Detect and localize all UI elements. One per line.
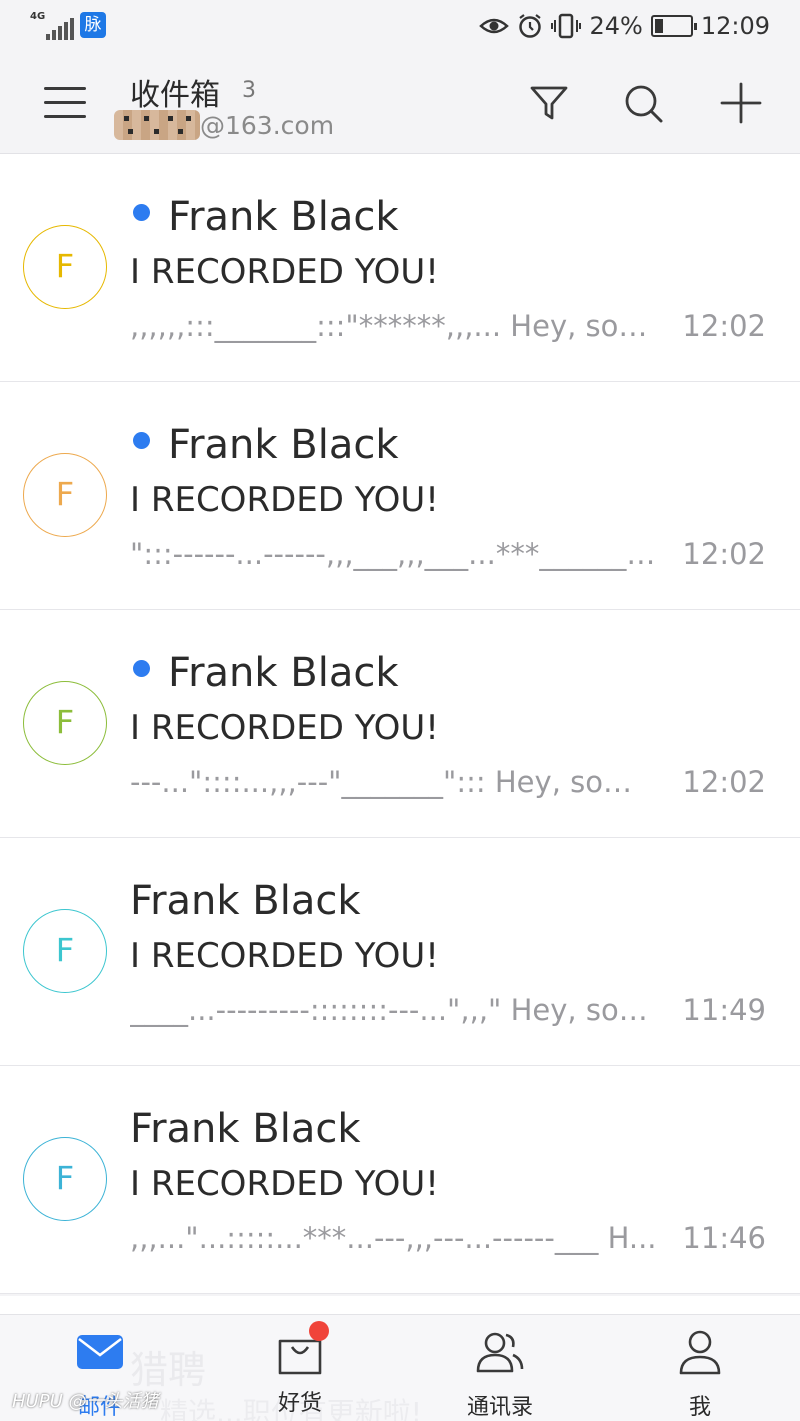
sender-name: Frank Black bbox=[168, 650, 399, 696]
sender-name: Frank Black bbox=[168, 422, 399, 468]
alarm-icon bbox=[519, 14, 542, 38]
sender-name: Frank Black bbox=[130, 878, 361, 924]
nav-label-profile: 我 bbox=[688, 1395, 711, 1420]
status-right: 24% 12:09 bbox=[479, 10, 770, 42]
mail-item[interactable]: F Frank Black I RECORDED YOU! ---...":::… bbox=[0, 610, 800, 838]
mail-list: F Frank Black I RECORDED YOU! ,,,,,,:::_… bbox=[0, 154, 800, 1294]
sender-name: Frank Black bbox=[168, 194, 399, 240]
mail-item[interactable]: F Frank Black I RECORDED YOU! ,,,..."...… bbox=[0, 1066, 800, 1294]
profile-icon bbox=[679, 1330, 721, 1375]
status-bar: 4G 脉 24% 12:09 bbox=[0, 0, 800, 52]
watermark: HUPU @一头活猪 bbox=[12, 1391, 159, 1412]
subject: I RECORDED YOU! bbox=[130, 708, 439, 748]
unread-count: 3 bbox=[242, 78, 256, 103]
plus-icon[interactable] bbox=[720, 82, 762, 124]
avatar: F bbox=[23, 681, 107, 765]
subject: I RECORDED YOU! bbox=[130, 1164, 439, 1204]
contacts-icon bbox=[476, 1332, 524, 1373]
account-domain: @163.com bbox=[200, 111, 335, 140]
unread-dot bbox=[133, 660, 150, 677]
maimai-app-icon: 脉 bbox=[80, 12, 106, 38]
clock: 12:09 bbox=[700, 12, 770, 40]
account-address[interactable]: @163.com bbox=[114, 110, 334, 140]
subject: I RECORDED YOU! bbox=[130, 480, 439, 520]
mail-item[interactable]: F Frank Black I RECORDED YOU! ":::------… bbox=[0, 382, 800, 610]
vibrate-icon bbox=[551, 13, 582, 39]
subject: I RECORDED YOU! bbox=[130, 252, 439, 292]
unread-dot bbox=[133, 204, 150, 221]
sender-name: Frank Black bbox=[130, 1106, 361, 1152]
nav-contacts[interactable]: 通讯录 bbox=[440, 1327, 560, 1420]
subject: I RECORDED YOU! bbox=[130, 936, 439, 976]
timestamp: 12:02 bbox=[682, 537, 766, 571]
avatar: F bbox=[23, 453, 107, 537]
eye-icon bbox=[479, 18, 510, 34]
preview-text: ":::------...------,,,___,,,___...***___… bbox=[130, 537, 658, 571]
timestamp: 11:46 bbox=[682, 1221, 766, 1255]
filter-icon[interactable] bbox=[528, 82, 570, 124]
bottom-nav: 猎聘 精选...职位有更新啦! 邮件 好货 通讯录 我 HUPU @一头活猪 bbox=[0, 1314, 800, 1421]
timestamp: 12:02 bbox=[682, 765, 766, 799]
nav-label-contacts: 通讯录 bbox=[466, 1395, 533, 1420]
menu-icon[interactable] bbox=[44, 84, 86, 120]
timestamp: 12:02 bbox=[682, 309, 766, 343]
avatar: F bbox=[23, 909, 107, 993]
preview-text: ____...---------::::::::---...",,," Hey,… bbox=[130, 993, 658, 1027]
page-title: 收件箱 bbox=[130, 78, 220, 113]
avatar: F bbox=[23, 225, 107, 309]
nav-profile[interactable]: 我 bbox=[640, 1327, 760, 1420]
timestamp: 11:49 bbox=[682, 993, 766, 1027]
notification-badge bbox=[309, 1321, 329, 1341]
app-header: 收件箱 3 @163.com bbox=[0, 52, 800, 154]
preview-text: ---..."::::...,,,---"_______"::: Hey, so… bbox=[130, 765, 658, 799]
network-type: 4G bbox=[30, 11, 46, 22]
mail-item[interactable]: F Frank Black I RECORDED YOU! ,,,,,,:::_… bbox=[0, 154, 800, 382]
unread-dot bbox=[133, 432, 150, 449]
nav-shopping[interactable]: 好货 bbox=[240, 1321, 360, 1417]
account-username-mosaic bbox=[114, 110, 200, 140]
preview-text: ,,,,,,:::_______:::"******,,,... Hey, so… bbox=[130, 309, 658, 343]
battery-percent: 24% bbox=[589, 12, 643, 40]
shopping-bag-icon-wrap bbox=[275, 1321, 329, 1377]
mail-item[interactable]: F Frank Black I RECORDED YOU! ____...---… bbox=[0, 838, 800, 1066]
nav-label-shopping: 好货 bbox=[277, 1391, 322, 1416]
network-indicator: 4G bbox=[30, 12, 74, 40]
avatar: F bbox=[23, 1137, 107, 1221]
search-icon[interactable] bbox=[622, 82, 664, 124]
battery-icon bbox=[650, 15, 697, 37]
list-next-item-edge bbox=[0, 1296, 800, 1314]
preview-text: ,,,..."...:::::...***...---,,,---...----… bbox=[130, 1221, 657, 1255]
mail-icon bbox=[77, 1335, 123, 1369]
